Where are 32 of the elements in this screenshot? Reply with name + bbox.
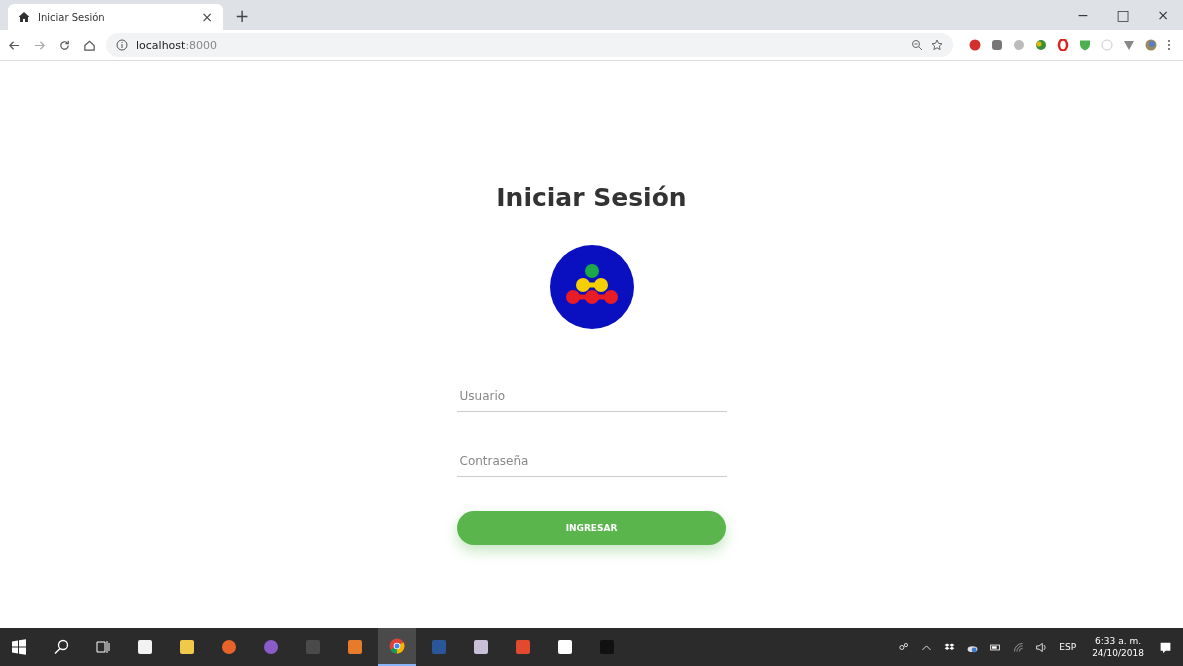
browser-tab[interactable]: Iniciar Sesión × xyxy=(8,4,223,30)
search-icon xyxy=(53,639,69,655)
extension-icon[interactable] xyxy=(1123,39,1135,51)
clock-date[interactable]: 24/10/2018 xyxy=(1092,648,1144,658)
address-bar[interactable]: localhost:8000 xyxy=(106,33,953,57)
logo-icon xyxy=(549,245,634,329)
window-control-button[interactable]: × xyxy=(1143,7,1183,23)
shield-icon[interactable] xyxy=(1079,39,1091,51)
notification-icon[interactable] xyxy=(1159,640,1172,654)
info-icon xyxy=(116,39,128,51)
window-control-button[interactable]: □ xyxy=(1103,7,1143,23)
tab-title: Iniciar Sesión xyxy=(38,11,106,23)
profile-icon[interactable] xyxy=(1145,39,1157,51)
close-tab-button[interactable]: × xyxy=(201,9,213,25)
extension-icon[interactable] xyxy=(991,39,1003,51)
star-icon[interactable] xyxy=(931,39,943,51)
menu-icon[interactable] xyxy=(1167,39,1171,51)
extension-icon[interactable] xyxy=(1057,39,1069,51)
language-indicator[interactable]: ESP xyxy=(1059,642,1077,652)
extension-icon[interactable] xyxy=(969,39,981,51)
windows-icon xyxy=(11,639,27,655)
extension-icon[interactable] xyxy=(1035,39,1047,51)
window-control-button[interactable]: − xyxy=(1063,7,1103,23)
clock-time[interactable]: 6:33 a. m. xyxy=(1095,636,1142,646)
page-title: Iniciar Sesión xyxy=(496,182,687,214)
speaker-icon[interactable] xyxy=(1035,640,1049,654)
new-tab-button[interactable]: + xyxy=(235,6,250,26)
home-icon[interactable] xyxy=(83,38,96,52)
zoom-icon[interactable] xyxy=(911,39,923,51)
reload-icon[interactable] xyxy=(58,38,71,52)
wifi-icon[interactable] xyxy=(1012,640,1026,654)
home-icon xyxy=(18,11,30,23)
